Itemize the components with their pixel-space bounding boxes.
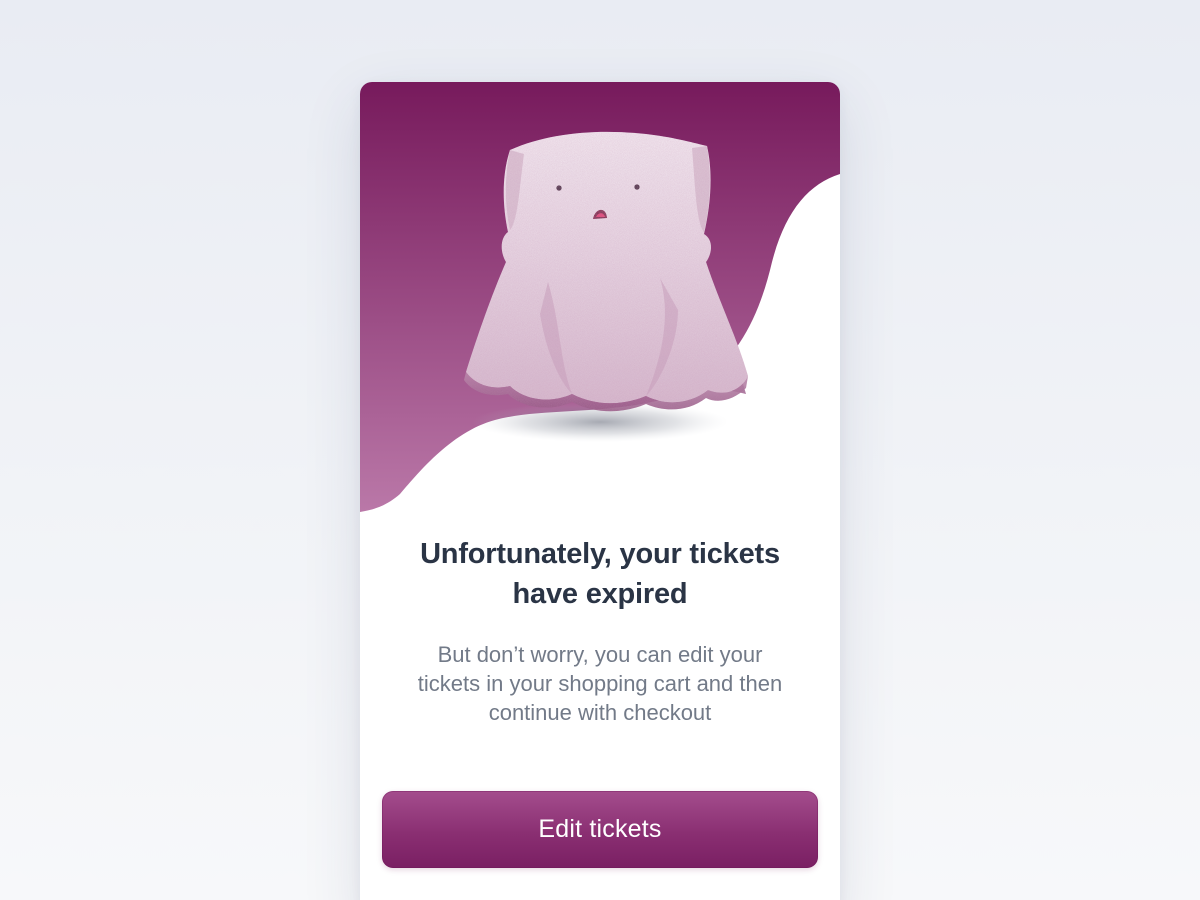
dialog-title-line: have expired <box>512 578 688 610</box>
ghost-right-eye <box>634 184 640 190</box>
hero-artwork <box>360 82 840 512</box>
dialog-message-line: But don’t worry, you can edit your <box>437 642 763 667</box>
dialog-message-line: continue with checkout <box>488 700 712 725</box>
hero-illustration <box>360 82 840 522</box>
dialog-message-line: tickets in your shopping cart and then <box>417 671 783 696</box>
expired-tickets-dialog: Unfortunately, your tickets have expired… <box>360 82 840 900</box>
dialog-title-line: Unfortunately, your tickets <box>420 538 780 570</box>
edit-tickets-button[interactable]: Edit tickets <box>382 791 818 868</box>
dialog-title: Unfortunately, your tickets have expired <box>360 534 840 614</box>
dialog-message: But don’t worry, you can edit your ticke… <box>360 640 840 727</box>
ghost-left-eye <box>556 185 562 191</box>
ghost-icon <box>464 131 748 412</box>
